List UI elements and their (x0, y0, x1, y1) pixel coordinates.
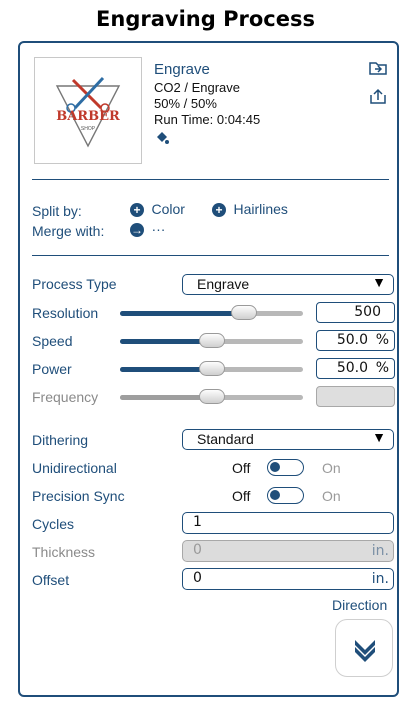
page-title: Engraving Process (96, 7, 315, 31)
precision-sync-label: Precision Sync (32, 488, 125, 504)
unidirectional-on-label: On (322, 460, 341, 476)
split-color-button[interactable]: + Color (130, 201, 185, 219)
thickness-label: Thickness (32, 544, 96, 560)
dropdown-arrow-icon: ▼ (372, 274, 386, 290)
material-label: CO2 / Engrave (154, 80, 240, 95)
precision-sync-toggle[interactable] (267, 487, 304, 504)
unidirectional-label: Unidirectional (32, 460, 117, 476)
process-type-select[interactable]: Engrave ▼ (182, 274, 394, 295)
slider-knob[interactable] (231, 305, 258, 320)
unidirectional-toggle[interactable] (267, 459, 304, 476)
resolution-input[interactable]: 500 (316, 302, 395, 323)
resolution-label: Resolution (32, 305, 99, 321)
run-time-label: Run Time: 0:04:45 (154, 112, 261, 127)
slider-knob[interactable] (198, 361, 225, 376)
resolution-slider[interactable] (120, 305, 303, 322)
frequency-slider (120, 389, 303, 406)
percent-label: 50% / 50% (154, 96, 217, 111)
process-thumbnail[interactable]: BARBER SHOP (34, 57, 142, 164)
offset-label: Offset (32, 572, 70, 588)
speed-input[interactable]: 50.0 % (316, 330, 395, 351)
frequency-input (316, 386, 395, 407)
divider (32, 179, 389, 180)
barber-logo: BARBER SHOP (55, 76, 121, 148)
merge-with-label: Merge with: (32, 223, 105, 239)
add-circle-icon: + (130, 202, 144, 217)
svg-text:BARBER: BARBER (56, 109, 120, 124)
dithering-select[interactable]: Standard ▼ (182, 429, 394, 450)
precision-sync-off-label: Off (232, 488, 251, 504)
power-slider[interactable] (120, 361, 303, 378)
double-chevron-down-icon (355, 640, 375, 662)
unidirectional-off-label: Off (232, 460, 251, 476)
power-label: Power (32, 361, 72, 377)
dropdown-arrow-icon: ▼ (372, 429, 386, 445)
frequency-label: Frequency (32, 389, 99, 405)
dithering-label: Dithering (32, 432, 89, 448)
speed-slider[interactable] (120, 333, 303, 350)
power-input[interactable]: 50.0 % (316, 358, 395, 379)
engraving-panel: BARBER SHOP Engrave CO2 / Engrave 50% / … (18, 41, 399, 697)
merge-with-button[interactable]: → ··· (130, 221, 165, 239)
precision-sync-on-label: On (322, 488, 341, 504)
direction-button[interactable] (335, 619, 393, 677)
direction-label: Direction (332, 597, 388, 613)
thickness-input: 0 in. (182, 540, 394, 562)
cycles-label: Cycles (32, 516, 75, 532)
split-by-label: Split by: (32, 203, 82, 219)
process-type-label: Process Type (32, 276, 117, 292)
export-icon[interactable] (368, 88, 388, 106)
paint-bucket-icon[interactable] (154, 131, 170, 145)
svg-text:SHOP: SHOP (81, 126, 96, 132)
import-folder-icon[interactable] (368, 59, 388, 77)
split-hairlines-button[interactable]: + Hairlines (212, 201, 288, 219)
slider-knob[interactable] (198, 333, 225, 348)
cycles-input[interactable]: 1 (182, 512, 394, 534)
slider-knob (198, 389, 225, 404)
divider (32, 255, 389, 256)
process-name[interactable]: Engrave (154, 61, 210, 78)
add-circle-icon: + (212, 202, 226, 217)
arrow-circle-icon: → (130, 222, 144, 237)
speed-label: Speed (32, 333, 73, 349)
offset-input[interactable]: 0 in. (182, 568, 394, 590)
